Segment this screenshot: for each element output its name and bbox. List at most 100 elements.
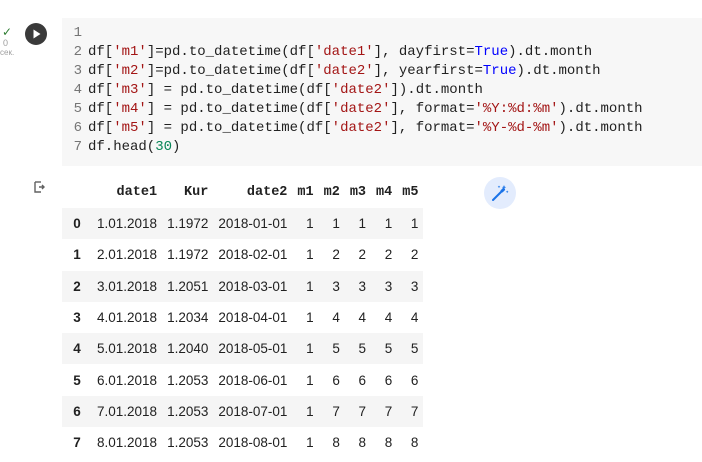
table-row: 1 2.01.2018 1.1972 2018-02-01 1 2 2 2 2 xyxy=(62,239,423,270)
row-index: 7 xyxy=(73,435,81,451)
code-token: ], yearfirst= xyxy=(373,63,483,79)
line-number: 5 xyxy=(73,101,82,117)
table-cell: 4 xyxy=(332,310,340,326)
row-index: 1 xyxy=(73,247,81,263)
table-cell: 5 xyxy=(371,333,398,365)
table-cell: 8 xyxy=(384,435,393,451)
line-number: 3 xyxy=(73,63,82,79)
execution-time-unit: сек. xyxy=(0,48,15,57)
row-index: 0 xyxy=(62,208,92,240)
table-cell: 2 xyxy=(384,247,393,263)
table-cell: 1 xyxy=(397,208,424,240)
code-token: ]=pd.to_datetime(df[ xyxy=(146,44,315,60)
table-cell: 1.2053 xyxy=(162,395,214,428)
magic-wand-icon xyxy=(492,185,509,201)
code-token: '%Y:%d:%m' xyxy=(474,101,559,117)
code-line: 6 df['m5'] = pd.to_datetime(df['date2'], … xyxy=(62,119,643,138)
table-cell: 2018-05-01 xyxy=(213,333,293,365)
table-cell: 7 xyxy=(344,395,372,428)
table-cell: 5 xyxy=(318,333,345,365)
table-cell: 5.01.2018 xyxy=(92,333,163,365)
table-cell: 6.01.2018 xyxy=(97,372,158,388)
table-cell: 1 xyxy=(292,270,319,302)
code-token: True xyxy=(482,63,517,79)
line-number: 1 xyxy=(73,25,82,41)
code-line: 4 df['m3'] = pd.to_datetime(df['date2']).… xyxy=(62,81,643,100)
code-token: 'date2' xyxy=(314,63,374,79)
table-cell: 1.2053 xyxy=(167,435,209,451)
column-header-m3: m3 xyxy=(349,185,367,200)
code-token: ] = pd.to_datetime(df[ xyxy=(146,120,332,136)
code-token: df[ xyxy=(88,101,114,117)
code-token: 'm5' xyxy=(113,120,147,136)
table-row: 6 7.01.2018 1.2053 2018-07-01 1 7 7 7 7 xyxy=(62,395,424,428)
code-token: 30 xyxy=(155,139,173,155)
table-cell: 1.2040 xyxy=(162,333,214,365)
code-line: 2 df['m1']=pd.to_datetime(df['date1'], da… xyxy=(62,43,643,62)
table-cell: 7 xyxy=(397,395,424,428)
row-index: 2 xyxy=(62,270,92,302)
line-number: 4 xyxy=(73,82,82,98)
table-cell: 4 xyxy=(384,310,393,326)
code-token: df[ xyxy=(88,82,114,98)
table-row: 0 1.01.2018 1.1972 2018-01-01 1 1 1 1 1 xyxy=(62,208,424,240)
column-header-kur: Kur xyxy=(184,185,209,200)
table-cell: 3 xyxy=(318,270,345,302)
table-cell: 8 xyxy=(410,435,419,451)
table-cell: 6 xyxy=(358,372,367,388)
table-cell: 8 xyxy=(332,435,340,451)
table-cell: 1 xyxy=(306,310,314,326)
table-cell: 2018-03-01 xyxy=(213,270,293,302)
code-token: '%Y-%d-%m' xyxy=(474,120,559,136)
column-header-m4: m4 xyxy=(376,185,393,200)
table-cell: 1 xyxy=(318,208,345,240)
table-cell: 1 xyxy=(306,372,314,388)
output-icon[interactable] xyxy=(32,180,46,194)
table-cell: 6 xyxy=(332,372,340,388)
table-cell: 7 xyxy=(371,395,398,428)
table-cell: 4 xyxy=(410,310,419,326)
row-index: 3 xyxy=(73,310,81,326)
code-token: 'date1' xyxy=(314,44,374,60)
code-token: ]).dt.month xyxy=(390,82,483,98)
row-index: 5 xyxy=(73,372,81,388)
table-cell: 2.01.2018 xyxy=(97,247,158,263)
code-line: 3 df['m2']=pd.to_datetime(df['date2'], ye… xyxy=(62,62,643,81)
check-icon: ✓ xyxy=(2,25,13,39)
table-cell: 3 xyxy=(371,270,398,302)
table-cell: 8 xyxy=(358,435,367,451)
table-cell: 1.1972 xyxy=(162,208,214,240)
table-cell: 6 xyxy=(410,372,419,388)
code-token: 'date2' xyxy=(331,120,391,136)
code-token: ], format= xyxy=(390,120,475,136)
play-icon xyxy=(33,29,41,39)
table-cell: 2 xyxy=(358,247,367,263)
table-cell: 6 xyxy=(384,372,393,388)
table-cell: 1 xyxy=(344,208,372,240)
table-cell: 2018-01-01 xyxy=(213,208,293,240)
table-cell: 1.2034 xyxy=(167,310,209,326)
dataframe-table: date1 Kur date2 m1 m2 m3 m4 m5 0 1.01.2018 1.1972… xyxy=(62,177,424,458)
table-row: 2 3.01.2018 1.2051 2018-03-01 1 3 3 3 3 xyxy=(62,270,424,302)
table-row: 7 8.01.2018 1.2053 2018-08-01 1 8 8 8 8 xyxy=(62,427,423,458)
code-cell-editor[interactable]: 1 2 df['m1']=pd.to_datetime(df['date1'], d… xyxy=(62,18,702,166)
code-token: 'm1' xyxy=(113,44,147,60)
line-number: 7 xyxy=(73,139,82,155)
table-cell: 3.01.2018 xyxy=(92,270,163,302)
run-cell-button[interactable] xyxy=(25,23,47,45)
code-token: ).dt.month xyxy=(508,44,593,60)
row-index: 4 xyxy=(62,333,92,365)
code-line: 7 df.head(30) xyxy=(62,138,643,157)
column-header-date1: date1 xyxy=(116,185,158,200)
row-index: 6 xyxy=(62,395,92,428)
table-cell: 7.01.2018 xyxy=(92,395,163,428)
suggest-charts-button[interactable] xyxy=(484,177,516,209)
table-header-row: date1 Kur date2 m1 m2 m3 m4 m5 xyxy=(62,177,423,208)
table-cell: 5 xyxy=(397,333,424,365)
table-cell: 2018-02-01 xyxy=(218,247,288,263)
table-cell: 2 xyxy=(332,247,340,263)
table-cell: 1 xyxy=(292,208,319,240)
code-token: df[ xyxy=(88,120,114,136)
table-cell: 1.1972 xyxy=(167,247,209,263)
table-cell: 2018-07-01 xyxy=(213,395,293,428)
